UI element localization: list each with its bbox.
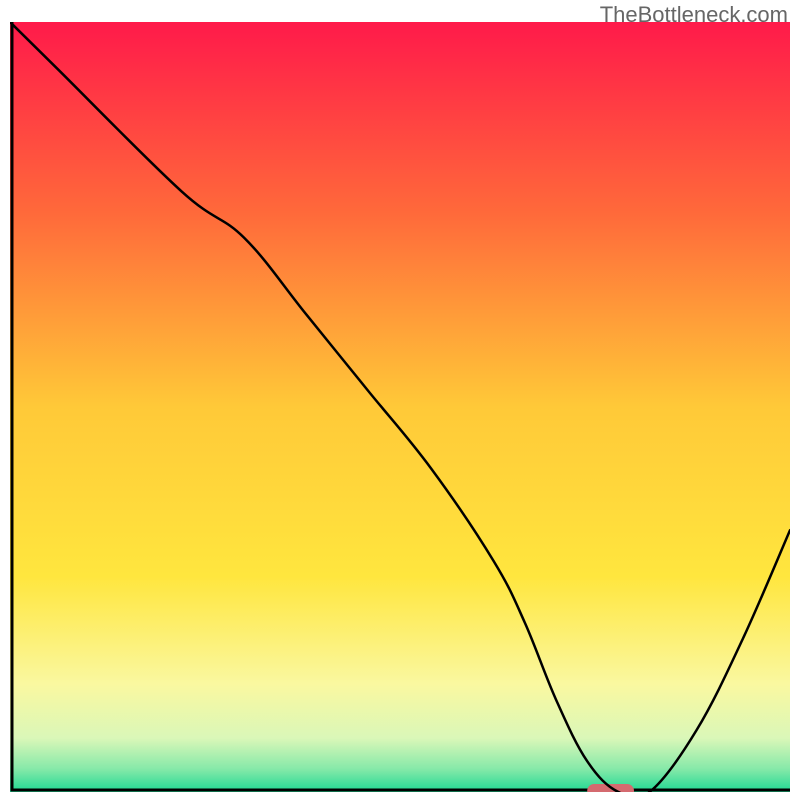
chart-container: TheBottleneck.com (0, 0, 800, 800)
plot-area (10, 22, 790, 792)
chart-svg (10, 22, 790, 792)
